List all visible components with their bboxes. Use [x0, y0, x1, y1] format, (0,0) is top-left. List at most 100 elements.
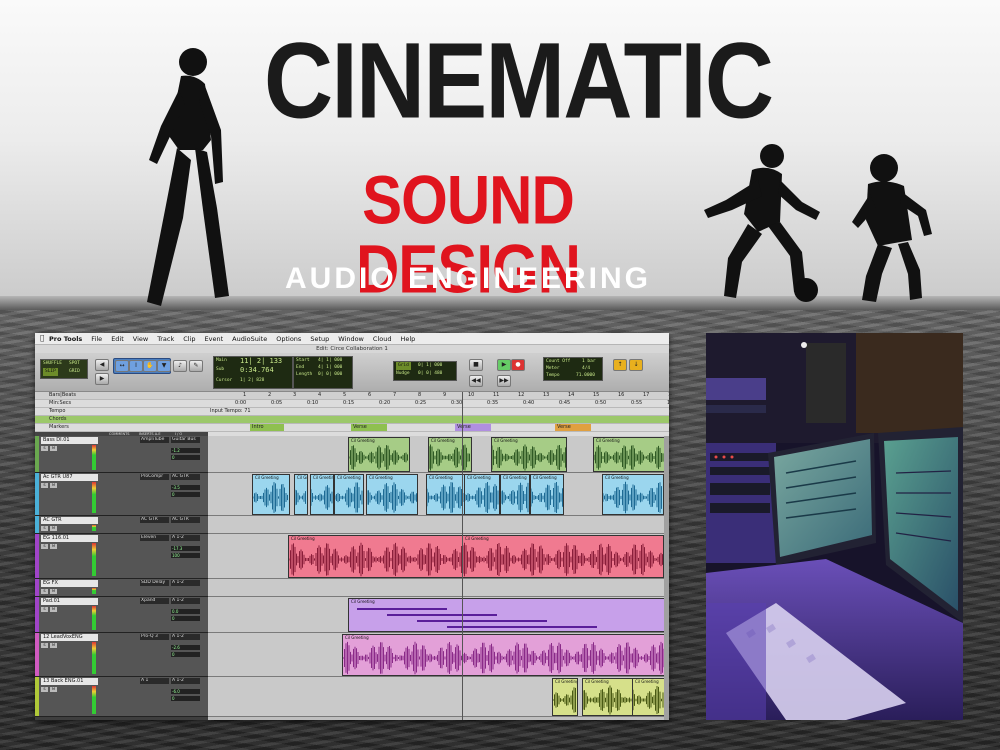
- track-lane[interactable]: Cil Greeting Cil Greeting Cil Greeting Cil …: [208, 473, 664, 516]
- solo-button[interactable]: S: [41, 526, 48, 531]
- audio-clip[interactable]: Cil Greeting: [582, 678, 634, 716]
- track-header[interactable]: Bass DI.01 AmpliTube Guitar Bus S M -1.2 0: [35, 436, 208, 473]
- audio-clip[interactable]: Cil Greeting: [464, 474, 500, 515]
- track-header[interactable]: Pad.01 Xpand A 1-2 S M 0.0 0: [35, 597, 208, 633]
- mode-grid[interactable]: GRID: [69, 368, 80, 376]
- rewind-button[interactable]: ◀◀: [469, 375, 483, 387]
- mute-button[interactable]: M: [50, 643, 57, 648]
- fast-forward-button[interactable]: ▶▶: [497, 375, 511, 387]
- audio-clip[interactable]: Cil Greeting: [252, 474, 290, 515]
- mute-button[interactable]: M: [50, 526, 57, 531]
- grabber-tool-button[interactable]: ✋: [143, 360, 157, 372]
- volume-value[interactable]: -6.0: [171, 689, 200, 694]
- track-lane[interactable]: Cil Greeting: [208, 597, 666, 633]
- audio-clip[interactable]: Cil Greeting: [462, 535, 664, 578]
- mute-button[interactable]: M: [50, 446, 57, 451]
- mute-button[interactable]: M: [50, 483, 57, 488]
- trim-tool-button[interactable]: ↔: [115, 360, 129, 372]
- insert-slot[interactable]: A 1: [140, 678, 169, 684]
- audio-clip[interactable]: Cil Greeting: [491, 437, 567, 472]
- sub-counter-value[interactable]: 0:34.764: [240, 366, 274, 374]
- io-output[interactable]: A 1-2: [171, 678, 200, 684]
- insert-slot[interactable]: ProCompr: [140, 474, 169, 480]
- audio-clip[interactable]: Cil Greeting: [334, 474, 364, 515]
- track-header[interactable]: Ac GTR U87 ProCompr AC GTR S M -3.5 0: [35, 473, 208, 516]
- length-value[interactable]: 0| 0| 000: [318, 371, 342, 379]
- track-name[interactable]: Pad.01: [41, 598, 98, 605]
- io-output[interactable]: AC GTR: [171, 517, 200, 523]
- audio-clip[interactable]: Cil Greeting: [602, 474, 664, 515]
- audio-clip[interactable]: Cil Greeting: [348, 437, 410, 472]
- arrow-up-button[interactable]: ↑: [613, 359, 627, 371]
- pencil-tool-button[interactable]: ✎: [189, 360, 203, 372]
- menu-clip[interactable]: Clip: [183, 335, 195, 343]
- track-header[interactable]: 12 LeadVoxENG Pro-Q 3A 1-2 S M -2.6 0: [35, 633, 208, 677]
- marker-verse-1[interactable]: Verse: [351, 424, 387, 431]
- record-button[interactable]: ●: [511, 359, 525, 371]
- menu-setup[interactable]: Setup: [310, 335, 329, 343]
- pan-value[interactable]: 0: [171, 652, 200, 657]
- grid-value[interactable]: 0| 1| 000: [418, 362, 442, 370]
- mode-shuffle[interactable]: SHUFFLE: [43, 360, 62, 368]
- play-button[interactable]: ▶: [497, 359, 511, 371]
- audio-clip[interactable]: Cil Greeting: [366, 474, 418, 515]
- solo-button[interactable]: S: [41, 607, 48, 612]
- track-lane[interactable]: Cil Greeting Cil Greeting Cil Greeting: [208, 677, 666, 717]
- track-name[interactable]: Ac GTR U87: [41, 474, 98, 481]
- vertical-scrollbar[interactable]: [664, 436, 669, 720]
- audio-clip[interactable]: Cil Greeting: [348, 598, 666, 632]
- solo-button[interactable]: S: [41, 687, 48, 692]
- track-lane[interactable]: [208, 516, 664, 534]
- track-lane[interactable]: Cil Greeting Cil Greeting: [208, 534, 664, 579]
- insert-slot[interactable]: Eleven: [140, 535, 169, 541]
- menu-view[interactable]: View: [133, 335, 148, 343]
- io-output[interactable]: AC GTR: [171, 474, 200, 480]
- menu-help[interactable]: Help: [400, 335, 415, 343]
- nudge-value[interactable]: 0| 0| 480: [418, 370, 442, 378]
- arrow-down-button[interactable]: ↓: [629, 359, 643, 371]
- audio-clip[interactable]: Cil Greeting: [552, 678, 578, 716]
- solo-button[interactable]: S: [41, 483, 48, 488]
- zoom-button[interactable]: ◀: [95, 359, 109, 371]
- audio-clip[interactable]: Cil Greeting: [342, 634, 666, 676]
- mute-button[interactable]: M: [50, 544, 57, 549]
- marker-intro[interactable]: Intro: [250, 424, 284, 431]
- menu-window[interactable]: Window: [338, 335, 364, 343]
- audio-clip[interactable]: Cil Greeting: [288, 535, 464, 578]
- track-name[interactable]: AC GTR: [41, 517, 98, 524]
- io-output[interactable]: A 1-2: [171, 634, 200, 640]
- track-header[interactable]: EG 116.01 Eleven A 1-2 S M -17.3 100: [35, 534, 208, 579]
- mode-spot[interactable]: SPOT: [69, 360, 80, 368]
- insert-slot[interactable]: SDD Delay: [140, 580, 169, 586]
- apple-icon[interactable]: : [40, 334, 44, 342]
- volume-value[interactable]: -1.2: [171, 448, 200, 453]
- solo-button[interactable]: S: [41, 589, 48, 594]
- audio-clip[interactable]: Cil Greeting: [593, 437, 665, 472]
- zoom-in-button[interactable]: ▶: [95, 373, 109, 385]
- mode-slip[interactable]: SLIP: [43, 368, 58, 376]
- track-name[interactable]: EG 116.01: [41, 535, 98, 542]
- mute-button[interactable]: M: [50, 607, 57, 612]
- main-counter-value[interactable]: 11| 2| 133: [240, 357, 282, 365]
- track-header[interactable]: EG FX SDD Delay A 1-2 S M: [35, 579, 208, 597]
- marker-verse-3[interactable]: Verse: [555, 424, 591, 431]
- track-lane[interactable]: Cil Greeting Cil Greeting Cil Greeting Cil …: [208, 436, 665, 473]
- audio-clip[interactable]: Cil Greeting: [310, 474, 334, 515]
- solo-button[interactable]: S: [41, 544, 48, 549]
- mute-button[interactable]: M: [50, 589, 57, 594]
- track-name[interactable]: 13 Back ENG.01: [41, 678, 98, 685]
- track-lane[interactable]: [208, 579, 664, 597]
- io-output[interactable]: A 1-2: [171, 535, 200, 541]
- audio-clip[interactable]: Cil Greeting: [428, 437, 472, 472]
- tempo-value[interactable]: 71.0000: [576, 372, 595, 380]
- stop-button[interactable]: ■: [469, 359, 483, 371]
- playhead-cursor[interactable]: [462, 392, 463, 720]
- audio-clip[interactable]: Cil Greeting: [294, 474, 308, 515]
- track-name[interactable]: EG FX: [41, 580, 98, 587]
- selector-tool-button[interactable]: I: [129, 360, 143, 372]
- menu-track[interactable]: Track: [157, 335, 174, 343]
- menu-pro-tools[interactable]: Pro Tools: [49, 335, 82, 343]
- menu-options[interactable]: Options: [276, 335, 301, 343]
- track-header[interactable]: AC GTR AC GTR AC GTR S M: [35, 516, 208, 534]
- track-header[interactable]: 13 Back ENG.01 A 1A 1-2 S M -6.0 0: [35, 677, 208, 717]
